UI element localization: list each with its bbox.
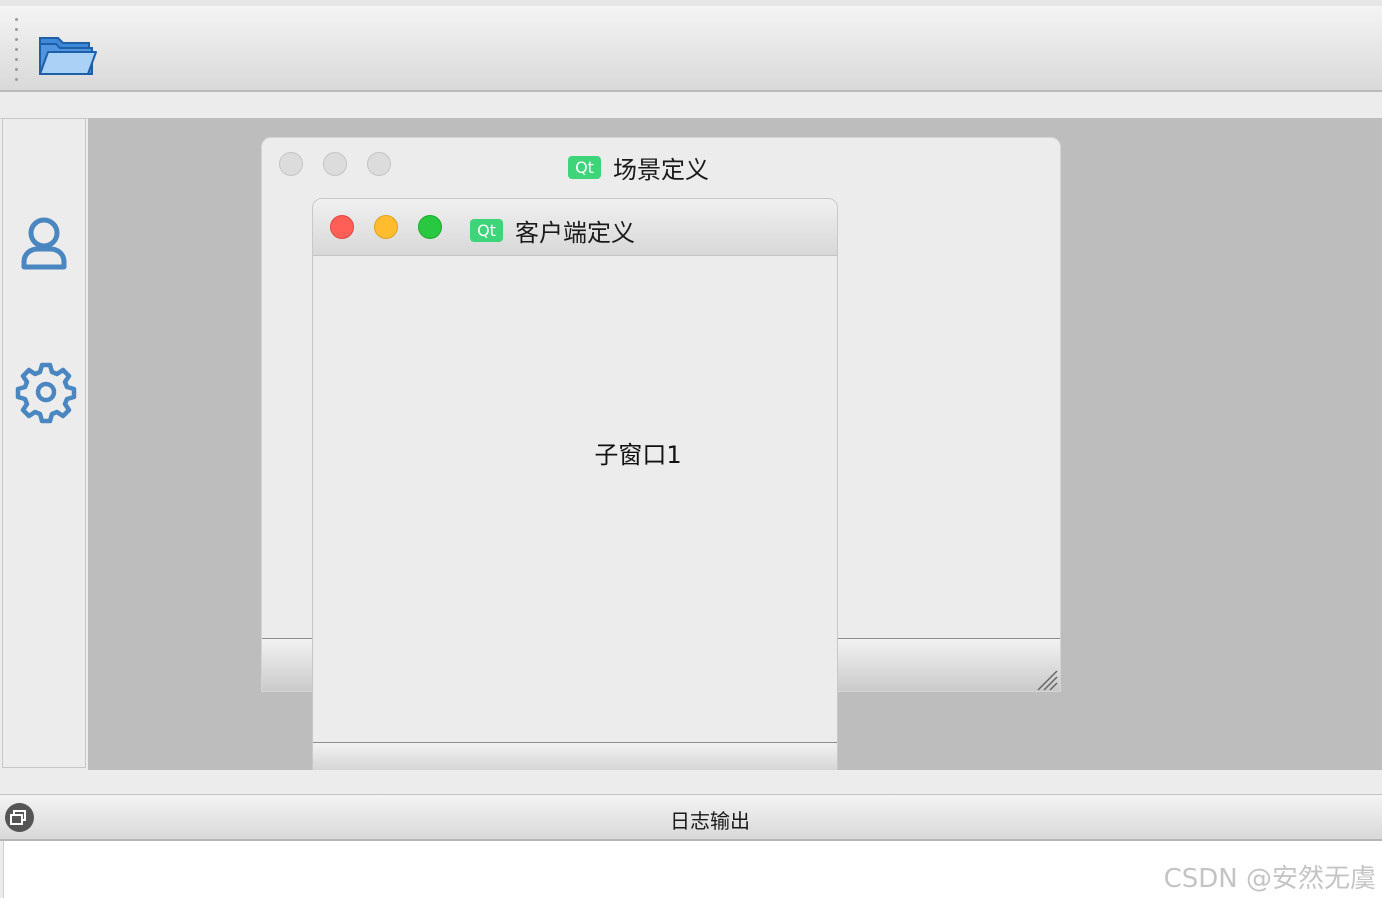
watermark-text: CSDN @安然无虞 (1163, 864, 1376, 894)
qt-logo-icon: Qt (470, 219, 503, 242)
resize-grip-icon[interactable] (1036, 669, 1058, 691)
child-window-label: 子窗口1 (594, 441, 682, 469)
client-close-button[interactable] (330, 215, 354, 239)
scene-minimize-button[interactable] (323, 152, 347, 176)
client-titlebar[interactable]: Qt 客户端定义 (313, 199, 837, 256)
client-title-text: 客户端定义 (515, 219, 635, 247)
sidebar-item-user[interactable] (15, 211, 79, 275)
scene-title-text: 场景定义 (613, 156, 709, 184)
sidebar-item-settings[interactable] (13, 359, 77, 424)
toolbar-spacer (0, 92, 1382, 119)
toolbar-grip-handle[interactable] (15, 18, 19, 81)
main-toolbar (0, 0, 1382, 92)
central-spacer (0, 770, 1382, 795)
sidebar (2, 118, 86, 768)
folder-open-icon (39, 37, 97, 75)
client-window-title: Qt 客户端定义 (470, 213, 635, 248)
user-icon (21, 217, 67, 270)
scene-close-button[interactable] (279, 152, 303, 176)
scene-window-title: Qt 场景定义 (568, 150, 709, 185)
log-dock-titlebar[interactable]: 日志输出 (0, 795, 1382, 841)
log-dock-title: 日志输出 (670, 809, 750, 833)
open-folder-button[interactable] (36, 32, 98, 80)
client-status-bar (313, 742, 837, 772)
qt-logo-icon: Qt (568, 156, 601, 179)
client-definition-window[interactable]: Qt 客户端定义 子窗口1 (312, 198, 838, 773)
scene-zoom-button[interactable] (367, 152, 391, 176)
client-minimize-button[interactable] (374, 215, 398, 239)
gear-icon (15, 362, 77, 424)
client-zoom-button[interactable] (418, 215, 442, 239)
